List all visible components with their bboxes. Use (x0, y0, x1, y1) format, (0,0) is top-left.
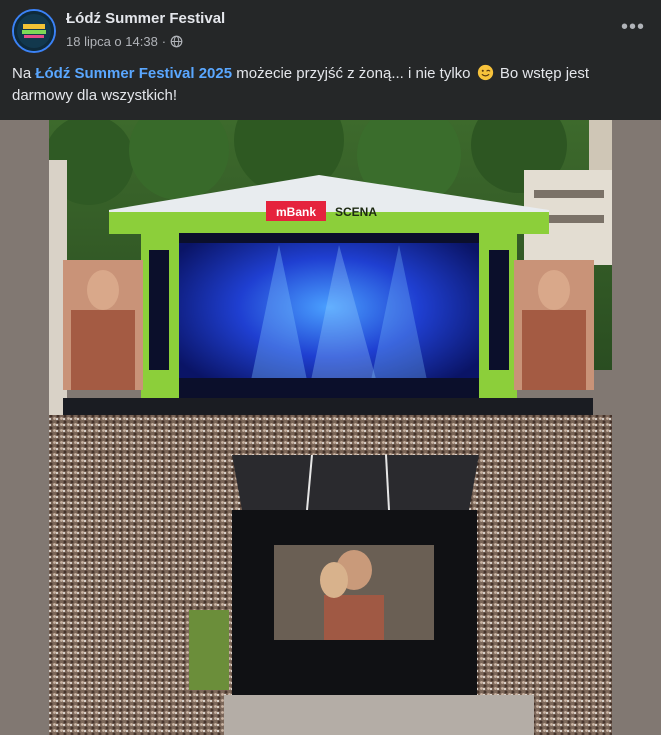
more-options-button[interactable]: ••• (619, 16, 647, 44)
stage-label: SCENA (335, 205, 377, 219)
caption-middle: możecie przyjść z żoną... i nie tylko (232, 65, 475, 82)
post-media: mBank SCENA (0, 120, 661, 735)
post-caption: Na Łódź Summer Festival 2025 możecie prz… (12, 63, 652, 107)
page-avatar[interactable] (12, 9, 56, 53)
post-timestamp[interactable]: 18 lipca o 14:38 (66, 34, 158, 49)
meta-separator: · (161, 34, 167, 49)
post-meta: 18 lipca o 14:38 · (66, 34, 183, 49)
post-header: Łódź Summer Festival 18 lipca o 14:38 · … (0, 0, 661, 58)
winking-face-emoji-icon (477, 64, 493, 81)
caption-prefix: Na (12, 65, 36, 82)
stage-brand: mBank (276, 205, 316, 219)
festival-photo[interactable]: mBank SCENA (49, 120, 612, 735)
festival-logo-icon (14, 11, 54, 51)
facebook-post: Łódź Summer Festival 18 lipca o 14:38 · … (0, 0, 661, 735)
festival-hashtag-link[interactable]: Łódź Summer Festival 2025 (35, 65, 232, 82)
globe-icon[interactable] (170, 35, 183, 48)
page-name[interactable]: Łódź Summer Festival (66, 10, 225, 27)
